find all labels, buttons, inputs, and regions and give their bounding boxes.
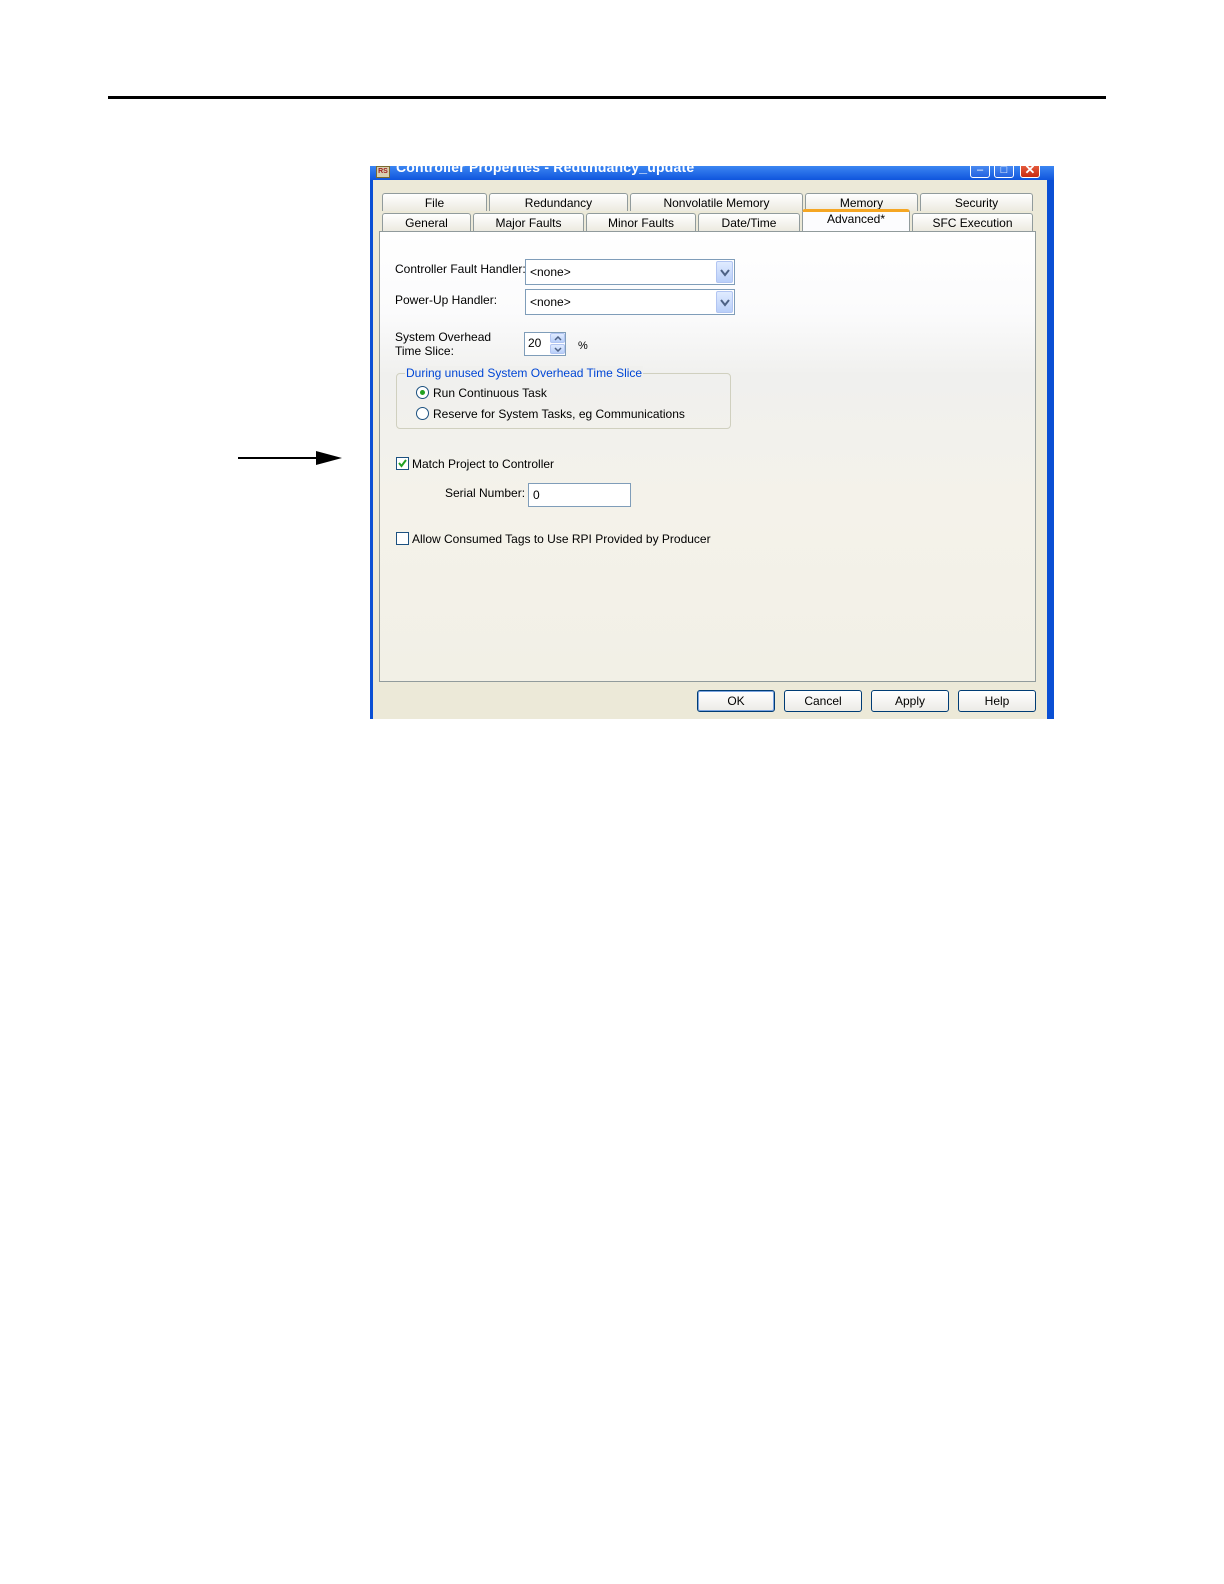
maximize-button[interactable]: □ — [994, 166, 1014, 178]
checkmark-icon — [398, 459, 407, 468]
radio-run-continuous-task-label[interactable]: Run Continuous Task — [433, 386, 547, 400]
powerup-handler-value: <none> — [530, 295, 571, 309]
match-project-checkbox[interactable] — [396, 457, 409, 470]
chevron-down-icon — [554, 347, 562, 352]
serial-number-input[interactable]: 0 — [528, 483, 631, 507]
callout-arrow — [238, 451, 342, 465]
title-bar[interactable]: RS Controller Properties - Redundancy_up… — [370, 166, 1054, 180]
time-slice-value: 20 — [528, 336, 542, 350]
tab-sfc-execution[interactable]: SFC Execution — [912, 213, 1033, 231]
serial-number-value: 0 — [533, 488, 540, 502]
radio-run-continuous-task[interactable] — [416, 386, 429, 399]
tab-advanced[interactable]: Advanced* — [802, 209, 910, 231]
radio-reserve-system-tasks[interactable] — [416, 407, 429, 420]
window-title: Controller Properties - Redundancy_updat… — [396, 166, 695, 175]
time-slice-up-button[interactable] — [550, 333, 565, 343]
page-top-rule — [108, 96, 1106, 99]
tab-security[interactable]: Security — [920, 193, 1033, 211]
radio-selected-dot — [420, 390, 425, 395]
powerup-handler-label: Power-Up Handler: — [395, 293, 498, 307]
minimize-button[interactable]: – — [970, 166, 990, 178]
tab-general[interactable]: General — [382, 213, 471, 231]
fault-handler-dropdown-button[interactable] — [716, 261, 733, 283]
tab-file[interactable]: File — [382, 193, 487, 211]
fault-handler-value: <none> — [530, 265, 571, 279]
app-icon: RS — [376, 166, 390, 178]
advanced-tab-panel: Controller Fault Handler: <none> Power-U… — [379, 231, 1036, 682]
apply-button[interactable]: Apply — [871, 690, 949, 712]
fault-handler-select[interactable]: <none> — [525, 259, 735, 285]
chevron-down-icon — [720, 299, 730, 307]
close-button[interactable]: ✕ — [1020, 166, 1040, 178]
allow-consumed-tags-label[interactable]: Allow Consumed Tags to Use RPI Provided … — [412, 532, 711, 546]
time-slice-label-line1: System Overhead — [395, 330, 492, 344]
help-button[interactable]: Help — [958, 690, 1036, 712]
match-project-label[interactable]: Match Project to Controller — [412, 457, 554, 471]
radio-reserve-system-tasks-label[interactable]: Reserve for System Tasks, eg Communicati… — [433, 407, 685, 421]
tab-major-faults[interactable]: Major Faults — [473, 213, 584, 231]
tab-redundancy[interactable]: Redundancy — [489, 193, 628, 211]
tab-nonvolatile-memory[interactable]: Nonvolatile Memory — [630, 193, 803, 211]
serial-number-label: Serial Number: — [445, 486, 526, 500]
ok-button[interactable]: OK — [697, 690, 775, 712]
unused-time-slice-group-title: During unused System Overhead Time Slice — [405, 366, 644, 380]
chevron-up-icon — [554, 336, 562, 341]
powerup-handler-dropdown-button[interactable] — [716, 291, 733, 313]
chevron-down-icon — [720, 269, 730, 277]
allow-consumed-tags-checkbox[interactable] — [396, 532, 409, 545]
fault-handler-label: Controller Fault Handler: — [395, 262, 526, 276]
powerup-handler-select[interactable]: <none> — [525, 289, 735, 315]
tab-date-time[interactable]: Date/Time — [698, 213, 800, 231]
cancel-button[interactable]: Cancel — [784, 690, 862, 712]
time-slice-label-line2: Time Slice: — [395, 344, 454, 358]
time-slice-unit: % — [578, 340, 588, 352]
tab-minor-faults[interactable]: Minor Faults — [586, 213, 696, 231]
time-slice-down-button[interactable] — [550, 344, 565, 354]
